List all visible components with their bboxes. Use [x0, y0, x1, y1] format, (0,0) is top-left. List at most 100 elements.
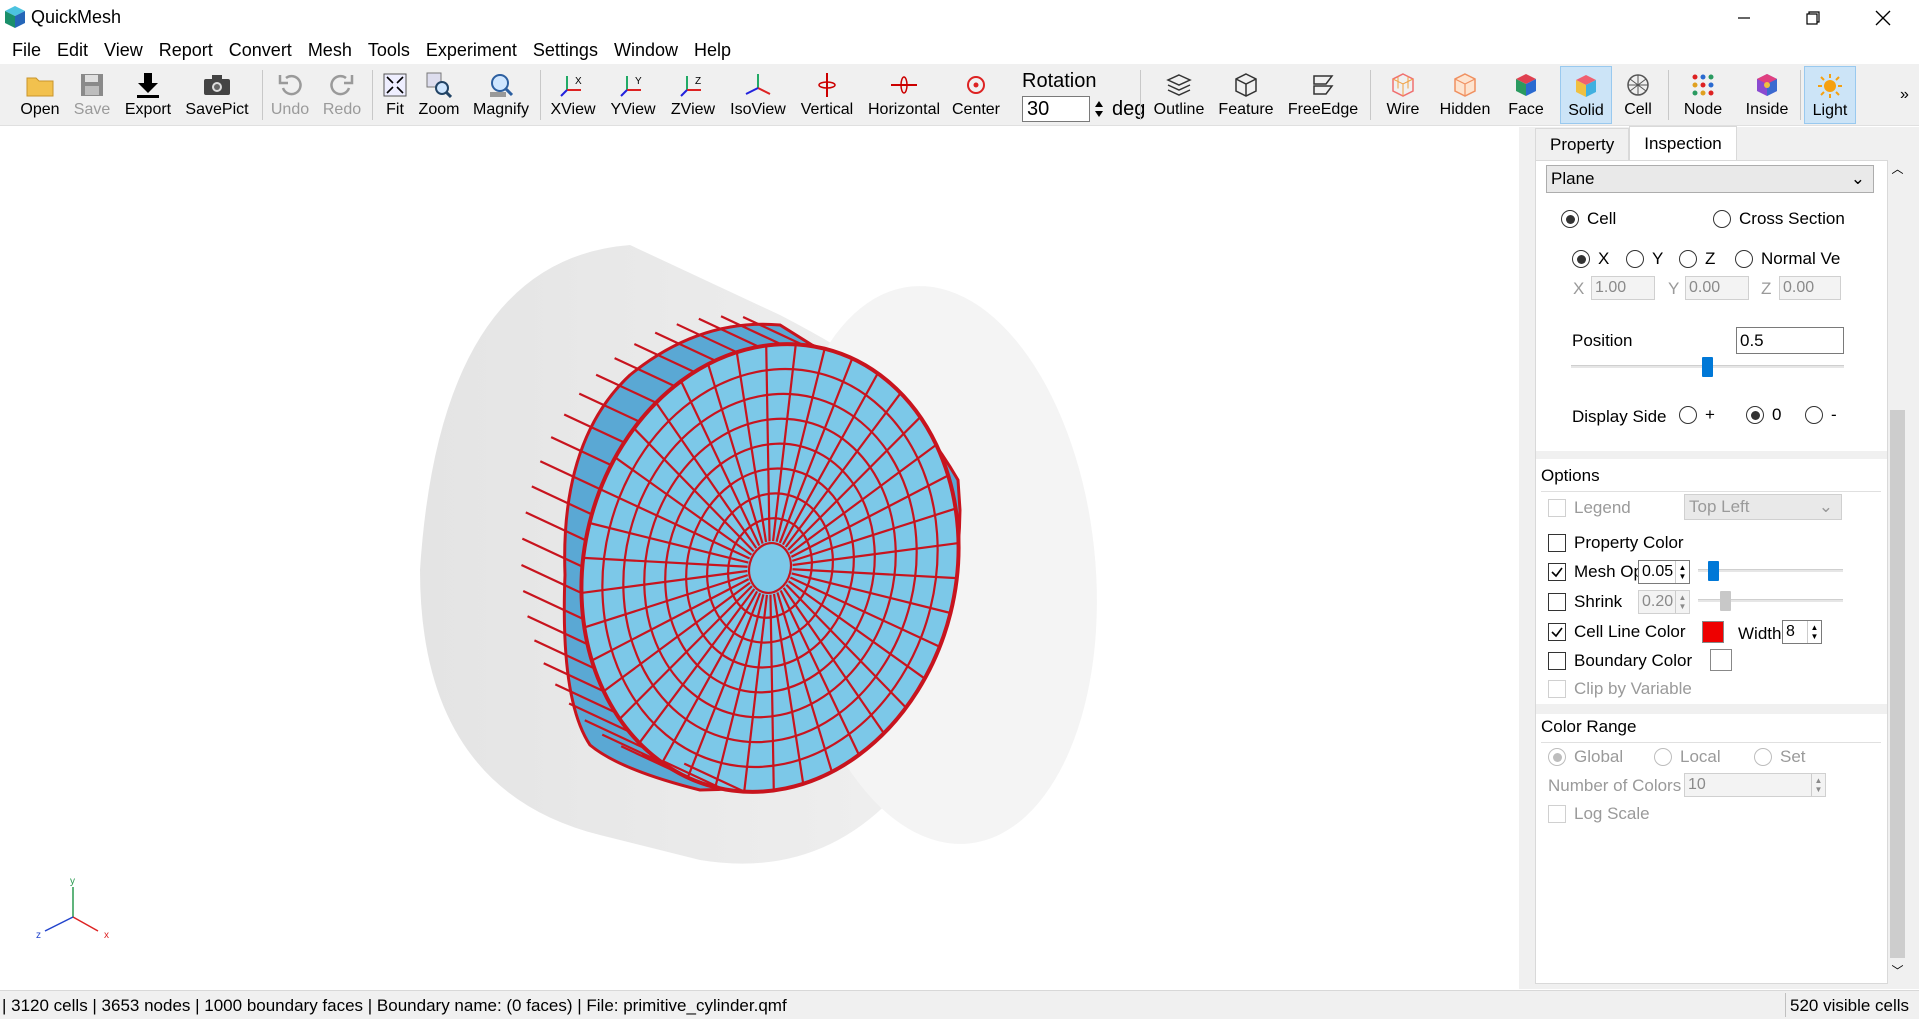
- vertical-button[interactable]: Vertical: [796, 66, 858, 124]
- 3d-viewport[interactable]: y x z: [0, 127, 1519, 989]
- rotation-spinner-icon[interactable]: [1092, 96, 1106, 122]
- tab-inspection[interactable]: Inspection: [1629, 126, 1737, 160]
- freeedge-button[interactable]: FreeEdge: [1284, 66, 1362, 124]
- zoom-button[interactable]: Zoom: [416, 66, 462, 124]
- light-button[interactable]: Light: [1804, 66, 1856, 124]
- chevron-up-icon[interactable]: ︿: [1889, 160, 1906, 180]
- spinner-icon[interactable]: ▲ ▼: [1675, 591, 1689, 613]
- save-button[interactable]: Save: [68, 66, 116, 124]
- mesh-opacity-slider-thumb[interactable]: [1708, 561, 1719, 581]
- menu-mesh[interactable]: Mesh: [300, 40, 360, 61]
- separator: [262, 70, 263, 120]
- menu-file[interactable]: File: [4, 40, 49, 61]
- outline-button[interactable]: Outline: [1150, 66, 1208, 124]
- mode-cross-section-radio[interactable]: Cross Section: [1713, 209, 1845, 229]
- position-input[interactable]: 0.5: [1736, 327, 1844, 354]
- tab-property[interactable]: Property: [1535, 128, 1630, 160]
- color-range-local-radio[interactable]: Local: [1654, 747, 1721, 767]
- axis-normal-radio[interactable]: Normal Ve: [1735, 249, 1840, 269]
- mesh-opacity-checkbox[interactable]: Mesh Opa: [1548, 562, 1652, 582]
- redo-button[interactable]: Redo: [320, 66, 364, 124]
- separator: [1140, 70, 1141, 120]
- cell-line-color-checkbox[interactable]: Cell Line Color: [1548, 622, 1686, 642]
- isoview-button[interactable]: IsoView: [726, 66, 790, 124]
- panel-scrollbar[interactable]: ︿ ﹀: [1889, 160, 1906, 982]
- vec-x-input[interactable]: 1.00: [1591, 276, 1655, 300]
- log-scale-checkbox[interactable]: Log Scale: [1548, 804, 1650, 824]
- vec-z-input[interactable]: 0.00: [1779, 276, 1841, 300]
- xview-button[interactable]: X XView: [548, 66, 598, 124]
- shrink-slider-thumb[interactable]: [1720, 591, 1731, 611]
- node-button[interactable]: Node: [1676, 66, 1730, 124]
- undo-button[interactable]: Undo: [268, 66, 312, 124]
- position-slider[interactable]: [1571, 357, 1844, 377]
- menu-window[interactable]: Window: [606, 40, 686, 61]
- horizontal-button[interactable]: Horizontal: [864, 66, 944, 124]
- axis-y-radio[interactable]: Y: [1626, 249, 1663, 269]
- mode-cell-radio[interactable]: Cell: [1561, 209, 1616, 229]
- solid-button[interactable]: Solid: [1560, 66, 1612, 124]
- plane-select[interactable]: Plane ⌄: [1546, 165, 1874, 193]
- menu-edit[interactable]: Edit: [49, 40, 96, 61]
- boundary-color-swatch[interactable]: [1710, 649, 1732, 671]
- feature-button[interactable]: Feature: [1214, 66, 1278, 124]
- minimize-button[interactable]: [1710, 0, 1778, 36]
- menu-help[interactable]: Help: [686, 40, 739, 61]
- chevron-down-icon[interactable]: ﹀: [1889, 962, 1906, 982]
- menu-report[interactable]: Report: [151, 40, 221, 61]
- panel-tabs: Property Inspection: [1535, 126, 1737, 162]
- face-button[interactable]: Face: [1504, 66, 1548, 124]
- menu-tools[interactable]: Tools: [360, 40, 418, 61]
- axis-z-radio[interactable]: Z: [1679, 249, 1715, 269]
- scrollbar-thumb[interactable]: [1890, 410, 1905, 958]
- toolbar-overflow-button[interactable]: »: [1900, 86, 1909, 104]
- legend-checkbox[interactable]: Legend: [1548, 498, 1631, 518]
- vec-y-input[interactable]: 0.00: [1685, 276, 1749, 300]
- rotation-label: Rotation: [1022, 70, 1097, 92]
- open-button[interactable]: Open: [16, 66, 64, 124]
- spinner-icon[interactable]: ▲ ▼: [1811, 774, 1825, 796]
- color-range-set-radio[interactable]: Set: [1754, 747, 1806, 767]
- spinner-icon[interactable]: ▲ ▼: [1807, 621, 1821, 643]
- side-minus-radio[interactable]: -: [1805, 405, 1837, 425]
- axis-x-radio[interactable]: X: [1572, 249, 1609, 269]
- color-range-global-radio[interactable]: Global: [1548, 747, 1623, 767]
- menu-convert[interactable]: Convert: [221, 40, 300, 61]
- mesh-render[interactable]: y x z: [0, 127, 1519, 989]
- number-of-colors-input[interactable]: 10 ▲ ▼: [1684, 773, 1826, 797]
- position-slider-thumb[interactable]: [1702, 357, 1713, 377]
- yview-button[interactable]: Y YView: [608, 66, 658, 124]
- feature-cube-icon: [1235, 73, 1257, 97]
- shrink-input[interactable]: 0.20 ▲ ▼: [1638, 590, 1690, 614]
- rotation-input[interactable]: 30: [1022, 96, 1090, 122]
- shrink-checkbox[interactable]: Shrink: [1548, 592, 1622, 612]
- clip-by-variable-checkbox[interactable]: Clip by Variable: [1548, 679, 1692, 699]
- export-button[interactable]: Export: [120, 66, 176, 124]
- magnify-button[interactable]: Magnify: [470, 66, 532, 124]
- menu-settings[interactable]: Settings: [525, 40, 606, 61]
- menu-experiment[interactable]: Experiment: [418, 40, 525, 61]
- hidden-button[interactable]: Hidden: [1434, 66, 1496, 124]
- cell-button[interactable]: Cell: [1616, 66, 1660, 124]
- fit-button[interactable]: Fit: [378, 66, 412, 124]
- center-button[interactable]: Center: [948, 66, 1004, 124]
- property-color-checkbox[interactable]: Property Color: [1548, 533, 1684, 553]
- wire-button[interactable]: Wire: [1378, 66, 1428, 124]
- restore-button[interactable]: [1779, 0, 1847, 36]
- side-zero-radio[interactable]: 0: [1746, 405, 1781, 425]
- spinner-icon[interactable]: ▲ ▼: [1675, 561, 1689, 583]
- mesh-opacity-slider[interactable]: [1698, 561, 1843, 581]
- inspection-panel: Property Inspection Plane ⌄ Cell Cross S…: [1535, 126, 1888, 984]
- mesh-opacity-input[interactable]: 0.05 ▲ ▼: [1638, 560, 1690, 584]
- menu-view[interactable]: View: [96, 40, 151, 61]
- shrink-slider[interactable]: [1698, 591, 1843, 611]
- zview-button[interactable]: Z ZView: [668, 66, 718, 124]
- side-plus-radio[interactable]: +: [1679, 405, 1715, 425]
- boundary-color-checkbox[interactable]: Boundary Color: [1548, 651, 1692, 671]
- close-button[interactable]: [1849, 0, 1917, 36]
- inside-button[interactable]: Inside: [1740, 66, 1794, 124]
- legend-position-select[interactable]: Top Left ⌄: [1684, 494, 1842, 520]
- cell-line-color-swatch[interactable]: [1702, 621, 1724, 643]
- savepict-button[interactable]: SavePict: [182, 66, 252, 124]
- line-width-input[interactable]: 8 ▲ ▼: [1782, 620, 1822, 644]
